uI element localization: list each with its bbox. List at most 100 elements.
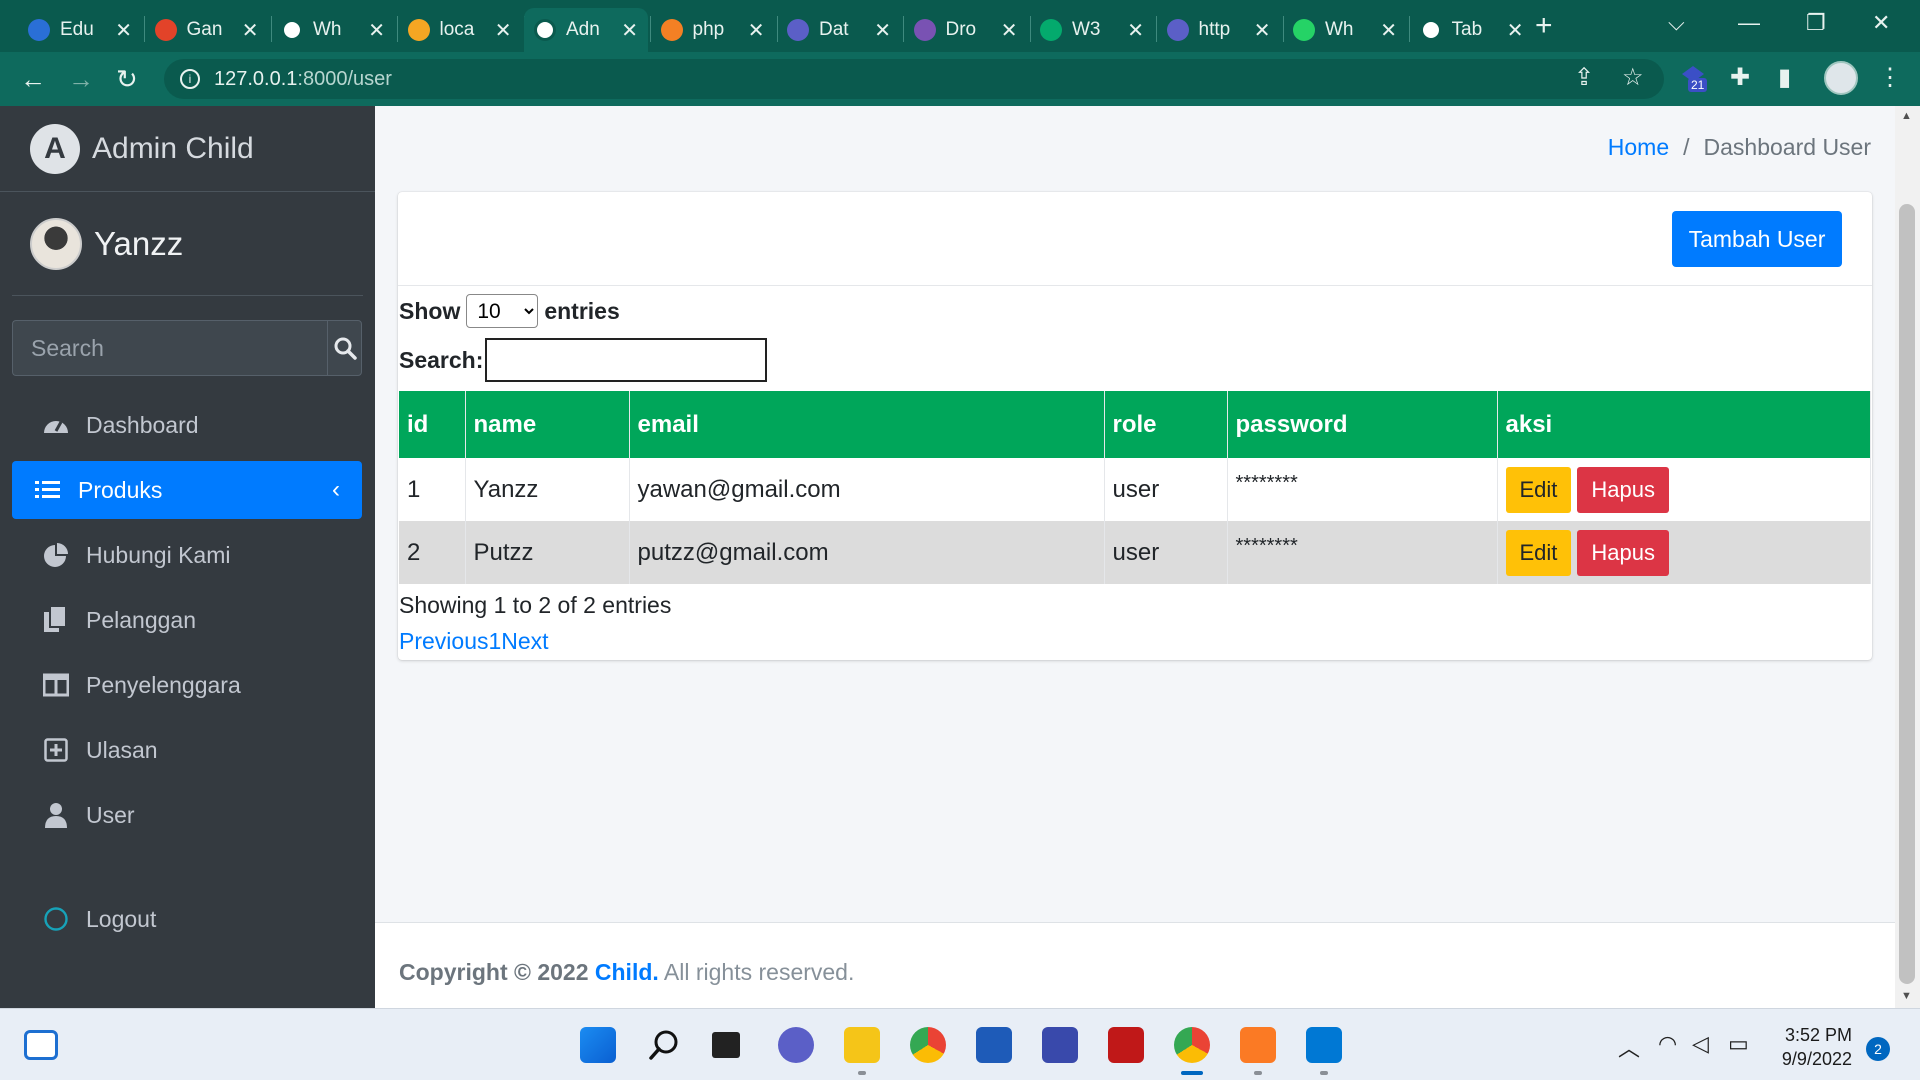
breadcrumb-home-link[interactable]: Home (1608, 134, 1669, 161)
next-page-link[interactable]: Next (501, 628, 548, 655)
close-window-button[interactable]: ✕ (1872, 10, 1890, 36)
file-explorer-icon[interactable] (844, 1027, 880, 1063)
mail-icon[interactable] (1042, 1027, 1078, 1063)
minimize-button[interactable]: — (1738, 10, 1760, 36)
add-user-button[interactable]: Tambah User (1672, 211, 1842, 267)
xampp-icon[interactable] (1240, 1027, 1276, 1063)
browser-tab[interactable]: W3 ✕ (1030, 8, 1154, 52)
sidebar-item-dashboard[interactable]: Dashboard (12, 396, 362, 454)
delete-button[interactable]: Hapus (1577, 529, 1670, 576)
sidebar-item-ulasan[interactable]: Ulasan (12, 721, 362, 779)
restore-button[interactable]: ❐ (1806, 10, 1826, 36)
site-info-icon[interactable]: i (180, 69, 200, 89)
bookmark-star-icon[interactable]: ☆ (1622, 63, 1644, 92)
column-header-role[interactable]: role (1104, 391, 1228, 458)
brand-text: Admin Child (92, 131, 254, 165)
browser-tab[interactable]: Edu ✕ (18, 8, 142, 52)
chrome-profile-icon[interactable] (1174, 1027, 1210, 1063)
tray-chevron-icon[interactable]: ︿ (1618, 1031, 1640, 1063)
brand-link[interactable]: A Admin Child (0, 106, 375, 192)
vscode-icon[interactable] (1306, 1027, 1342, 1063)
sidebar-item-logout[interactable]: Logout (12, 890, 362, 948)
close-tab-icon[interactable]: ✕ (242, 18, 259, 43)
table-search-input[interactable] (485, 338, 768, 382)
scroll-up-arrow-icon[interactable]: ▲ (1901, 110, 1912, 122)
close-tab-icon[interactable]: ✕ (874, 18, 891, 43)
profile-avatar[interactable] (1824, 61, 1858, 95)
cell-id: 1 (399, 458, 466, 521)
entries-select[interactable]: 10 (466, 294, 539, 328)
mcafee-icon[interactable] (1108, 1027, 1144, 1063)
page-link[interactable]: 1 (488, 628, 501, 655)
windows-taskbar: ︿ ◠ ◁ ▭ 3:52 PM 9/9/2022 2 (0, 1008, 1920, 1080)
close-tab-icon[interactable]: ✕ (621, 18, 638, 43)
column-header-password[interactable]: password (1227, 391, 1498, 458)
browser-tab[interactable]: loca ✕ (398, 8, 522, 52)
close-tab-icon[interactable]: ✕ (1254, 18, 1271, 43)
new-tab-button[interactable]: + (1535, 8, 1553, 44)
notification-badge[interactable]: 2 (1866, 1037, 1890, 1061)
close-tab-icon[interactable]: ✕ (1507, 18, 1524, 43)
close-tab-icon[interactable]: ✕ (1001, 18, 1018, 43)
taskbar-search-icon[interactable] (646, 1027, 682, 1063)
browser-tab[interactable]: Dat ✕ (777, 8, 901, 52)
system-clock[interactable]: 3:52 PM 9/9/2022 (1780, 1023, 1852, 1071)
close-tab-icon[interactable]: ✕ (495, 18, 512, 43)
column-header-aksi[interactable]: aksi (1497, 391, 1871, 458)
teams-chat-icon[interactable] (778, 1027, 814, 1063)
edit-button[interactable]: Edit (1505, 529, 1572, 576)
reload-icon[interactable]: ↻ (116, 64, 138, 94)
back-arrow-icon[interactable]: ← (20, 64, 46, 94)
close-tab-icon[interactable]: ✕ (368, 18, 385, 43)
address-bar[interactable]: i 127.0.0.1:8000/user (164, 59, 1664, 99)
sidebar-item-penyelenggara[interactable]: Penyelenggara (12, 656, 362, 714)
browser-tab[interactable]: Wh ✕ (1283, 8, 1407, 52)
browser-tab[interactable]: Dro ✕ (904, 8, 1028, 52)
close-tab-icon[interactable]: ✕ (1127, 18, 1144, 43)
sidebar-item-user[interactable]: User (12, 786, 362, 844)
footer-brand-link[interactable]: Child. (595, 959, 659, 985)
widgets-icon[interactable] (24, 1030, 58, 1060)
scrollbar-thumb[interactable] (1899, 204, 1915, 984)
sidebar-item-hubungi-kami[interactable]: Hubungi Kami (12, 526, 362, 584)
extensions-puzzle-icon[interactable]: ✚ (1730, 63, 1750, 92)
scroll-down-arrow-icon[interactable]: ▼ (1901, 990, 1912, 1002)
close-tab-icon[interactable]: ✕ (748, 18, 765, 43)
sidebar-item-produks[interactable]: Produks ‹ (12, 461, 362, 519)
browser-tab[interactable]: Tab ✕ (1410, 8, 1534, 52)
delete-button[interactable]: Hapus (1577, 466, 1670, 513)
browser-tab[interactable]: Wh ✕ (271, 8, 395, 52)
side-panel-icon[interactable]: ▮ (1778, 63, 1791, 92)
sidebar-item-pelanggan[interactable]: Pelanggan (12, 591, 362, 649)
close-tab-icon[interactable]: ✕ (1380, 18, 1397, 43)
search-button[interactable] (327, 320, 362, 376)
volume-icon[interactable]: ◁ (1692, 1031, 1709, 1057)
tab-search-chevron-icon[interactable]: ⌵ (1668, 10, 1685, 36)
browser-tab[interactable]: php ✕ (651, 8, 775, 52)
start-windows-icon[interactable] (580, 1027, 616, 1063)
edit-button[interactable]: Edit (1505, 466, 1572, 513)
forward-arrow-icon[interactable]: → (68, 64, 94, 94)
orb-icon (787, 19, 809, 41)
task-view-icon[interactable] (712, 1032, 740, 1058)
url-path: :8000/user (297, 67, 392, 90)
sidebar-search-input[interactable] (12, 320, 327, 376)
wifi-icon[interactable]: ◠ (1658, 1031, 1677, 1057)
browser-tab[interactable]: Gan ✕ (145, 8, 269, 52)
close-tab-icon[interactable]: ✕ (115, 18, 132, 43)
store-icon[interactable] (976, 1027, 1012, 1063)
column-header-name[interactable]: name (465, 391, 630, 458)
menu-kebab-icon[interactable]: ⋮ (1878, 63, 1902, 92)
browser-tab-title: http (1198, 19, 1231, 40)
column-header-email[interactable]: email (629, 391, 1105, 458)
extension-badge-icon[interactable]: 21 (1680, 64, 1710, 94)
browser-tab[interactable]: http ✕ (1157, 8, 1281, 52)
share-icon[interactable]: ⇪ (1574, 63, 1594, 92)
previous-page-link[interactable]: Previous (399, 628, 488, 655)
user-name[interactable]: Yanzz (94, 225, 183, 263)
browser-tab[interactable]: Adn ✕ (524, 8, 648, 52)
page-scrollbar[interactable]: ▲ ▼ (1895, 106, 1920, 1008)
chrome-icon[interactable] (910, 1027, 946, 1063)
battery-icon[interactable]: ▭ (1728, 1031, 1749, 1057)
column-header-id[interactable]: id (399, 391, 466, 458)
